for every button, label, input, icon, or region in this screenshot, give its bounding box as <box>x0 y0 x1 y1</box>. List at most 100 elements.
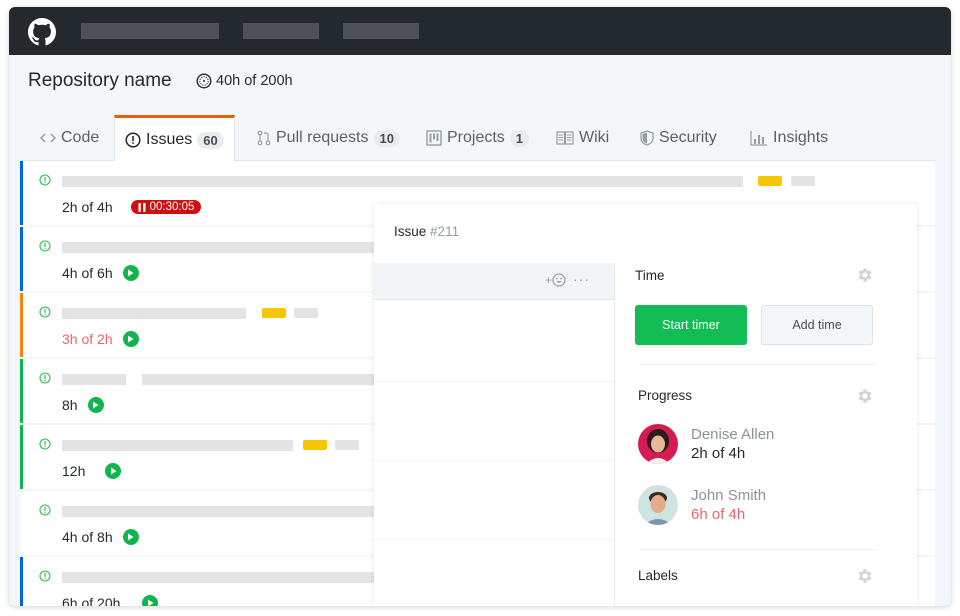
comment-header: + ··· <box>374 263 614 300</box>
person-info: Denise Allen 2h of 4h <box>691 425 774 463</box>
progress-settings-gear-icon[interactable] <box>856 387 874 405</box>
avatar-john-smith <box>638 485 678 525</box>
running-timer-badge[interactable]: 00:30:05 <box>130 200 202 214</box>
panel-title-label: Issue <box>394 224 427 239</box>
progress-person[interactable]: John Smith 6h of 4h <box>638 485 766 525</box>
issue-status-bar <box>20 161 23 225</box>
app-window: Repository name 40h of 200h Code Issues … <box>9 7 951 606</box>
comment-box: + ··· <box>374 263 615 606</box>
issue-time: 4h of 6h <box>62 265 113 281</box>
issue-status-bar <box>20 557 23 606</box>
issue-open-icon <box>39 570 51 582</box>
tab-label: Wiki <box>579 129 610 146</box>
tab-insights[interactable]: Insights <box>750 115 828 161</box>
issue-status-bar <box>20 227 23 291</box>
person-info: John Smith 6h of 4h <box>691 486 766 524</box>
issue-meta: 12h <box>62 463 122 479</box>
issue-label-yellow <box>303 440 327 450</box>
github-logo-icon[interactable] <box>28 18 56 46</box>
time-settings-gear-icon[interactable] <box>856 266 874 284</box>
pull-requests-count-badge: 10 <box>373 129 400 147</box>
issue-title-placeholder[interactable] <box>62 506 382 517</box>
issue-title-placeholder[interactable] <box>62 374 126 385</box>
start-timer-button[interactable] <box>105 463 122 479</box>
play-icon <box>93 401 99 409</box>
issue-status-bar <box>20 359 23 423</box>
start-timer-button[interactable] <box>142 595 159 606</box>
add-time-button[interactable]: Add time <box>761 305 873 345</box>
more-options-button[interactable]: ··· <box>573 271 590 287</box>
tab-wiki[interactable]: Wiki <box>556 115 609 161</box>
issue-open-icon <box>39 504 51 516</box>
issue-title-placeholder[interactable] <box>62 242 382 253</box>
tab-code[interactable]: Code <box>40 115 99 161</box>
issue-label-gray <box>335 440 359 450</box>
start-timer-button[interactable] <box>122 331 139 347</box>
panel-title: Issue #211 <box>394 224 459 239</box>
issue-label-gray <box>294 308 318 318</box>
pull-request-icon <box>257 130 271 146</box>
nav-link-placeholder[interactable] <box>243 23 319 39</box>
tab-label: Issues <box>146 131 193 148</box>
issue-status-bar <box>20 425 23 489</box>
comment-divider <box>374 539 614 540</box>
graph-icon <box>750 130 768 146</box>
start-timer-button[interactable] <box>122 265 139 281</box>
issue-detail-panel: Issue #211 + ··· Time Start timer Add ti… <box>374 204 917 606</box>
issue-open-icon <box>39 438 51 450</box>
nav-link-placeholder[interactable] <box>343 23 419 39</box>
avatar-denise-allen <box>638 424 678 464</box>
nav-search-placeholder[interactable] <box>81 23 219 39</box>
tab-projects[interactable]: Projects 1 <box>426 115 530 161</box>
tab-issues[interactable]: Issues 60 <box>114 115 235 162</box>
issue-title-placeholder[interactable] <box>62 572 382 583</box>
issue-title-placeholder[interactable] <box>142 374 382 385</box>
labels-settings-gear-icon[interactable] <box>856 567 874 585</box>
issue-meta: 4h of 8h <box>62 529 139 545</box>
start-timer-button[interactable] <box>87 397 104 413</box>
repository-name[interactable]: Repository name <box>28 70 172 92</box>
tab-label: Pull requests <box>276 129 369 146</box>
issue-open-icon <box>39 372 51 384</box>
section-divider <box>641 549 877 550</box>
issue-meta: 6h of 20h <box>62 595 159 606</box>
progress-person[interactable]: Denise Allen 2h of 4h <box>638 424 774 464</box>
issue-time: 4h of 8h <box>62 529 113 545</box>
issue-status-bar <box>20 293 23 357</box>
issue-open-icon <box>39 306 51 318</box>
pause-icon <box>138 202 146 212</box>
play-icon <box>128 269 134 277</box>
play-icon <box>128 335 134 343</box>
book-icon <box>556 131 574 145</box>
play-icon <box>128 533 134 541</box>
issue-label-gray <box>791 176 815 186</box>
time-tracker-icon <box>196 73 212 89</box>
time-section-title: Time <box>635 268 665 283</box>
tab-label: Security <box>659 129 717 146</box>
issue-open-icon <box>39 240 51 252</box>
issue-icon <box>125 132 141 148</box>
shield-icon <box>640 130 654 146</box>
issue-number: #211 <box>430 224 460 239</box>
comment-divider <box>374 381 614 382</box>
issue-meta: 3h of 2h <box>62 331 139 347</box>
start-timer-button[interactable] <box>122 529 139 545</box>
issue-label-yellow <box>262 308 286 318</box>
issue-title-placeholder[interactable] <box>62 176 743 187</box>
code-icon <box>40 131 56 145</box>
issue-time-over-budget: 3h of 2h <box>62 331 113 347</box>
person-time-over-budget: 6h of 4h <box>691 506 746 523</box>
tab-security[interactable]: Security <box>640 115 717 161</box>
tab-pull-requests[interactable]: Pull requests 10 <box>257 115 400 161</box>
smiley-icon <box>552 273 566 287</box>
issue-meta: 4h of 6h <box>62 265 139 281</box>
add-reaction-button[interactable]: + <box>545 273 566 287</box>
tab-label: Insights <box>773 129 829 146</box>
issue-title-placeholder[interactable] <box>62 440 293 451</box>
labels-section-title: Labels <box>638 568 678 583</box>
progress-section-title: Progress <box>638 388 693 403</box>
issue-label-yellow <box>758 176 782 186</box>
start-timer-button[interactable]: Start timer <box>635 305 747 345</box>
issue-title-placeholder[interactable] <box>62 308 246 319</box>
tab-label: Code <box>61 129 100 146</box>
